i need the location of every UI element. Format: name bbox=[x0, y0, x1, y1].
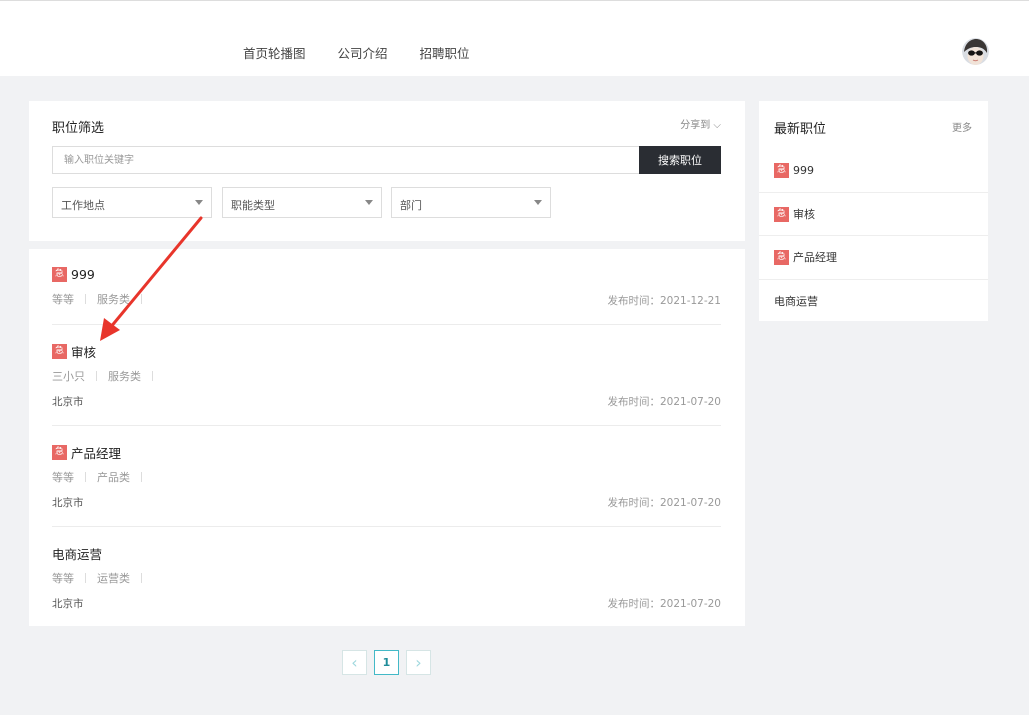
job-filter-panel: 职位筛选 分享到 ⌵ 搜索职位 工作地点 职能类型 部门 bbox=[29, 101, 745, 241]
nav-home-carousel[interactable]: 首页轮播图 bbox=[243, 43, 306, 62]
urgent-tag: 急 bbox=[774, 249, 789, 265]
filter-title: 职位筛选 bbox=[52, 121, 105, 136]
latest-job-title[interactable]: 999 bbox=[793, 164, 814, 177]
job-title[interactable]: 电商运营 bbox=[52, 544, 102, 563]
job-publish-date: 发布时间：2021-07-20 bbox=[607, 497, 721, 509]
job-item[interactable]: 电商运营 等等 运营类 北京市 发布时间：2021-07-20 bbox=[52, 544, 721, 611]
urgent-tag: 急 bbox=[774, 163, 789, 178]
latest-job-title[interactable]: 电商运营 bbox=[774, 293, 818, 309]
job-meta-company: 三小只 bbox=[52, 370, 85, 383]
caret-down-icon bbox=[534, 200, 542, 205]
user-avatar[interactable] bbox=[962, 38, 989, 65]
latest-job-title[interactable]: 产品经理 bbox=[793, 249, 837, 265]
function-type-select-label: 职能类型 bbox=[231, 199, 275, 212]
job-publish-date: 发布时间：2021-07-20 bbox=[607, 598, 721, 610]
job-meta-company: 等等 bbox=[52, 471, 74, 484]
job-meta-category: 服务类 bbox=[108, 370, 141, 383]
meta-separator bbox=[96, 371, 97, 381]
meta-separator bbox=[85, 472, 86, 482]
location-select[interactable]: 工作地点 bbox=[52, 187, 212, 218]
function-type-select[interactable]: 职能类型 bbox=[222, 187, 382, 218]
job-divider bbox=[52, 324, 721, 325]
job-publish-date: 发布时间：2021-12-21 bbox=[607, 295, 721, 307]
side-divider bbox=[759, 235, 988, 236]
top-bar: 首页轮播图 公司介绍 招聘职位 bbox=[0, 0, 1029, 76]
share-dropdown[interactable]: 分享到 ⌵ bbox=[680, 116, 721, 131]
job-city: 北京市 bbox=[52, 497, 84, 509]
job-publish-date: 发布时间：2021-07-20 bbox=[607, 396, 721, 408]
job-keyword-input[interactable] bbox=[52, 146, 639, 174]
latest-job-title[interactable]: 审核 bbox=[793, 206, 815, 222]
main-nav: 首页轮播图 公司介绍 招聘职位 bbox=[243, 43, 470, 62]
job-meta-category: 产品类 bbox=[97, 471, 130, 484]
meta-separator bbox=[85, 573, 86, 583]
urgent-tag: 急 bbox=[52, 444, 67, 460]
job-city: 北京市 bbox=[52, 396, 84, 408]
latest-job-item[interactable]: 急 产品经理 bbox=[774, 249, 988, 265]
job-meta-company: 等等 bbox=[52, 293, 74, 306]
department-select-label: 部门 bbox=[400, 199, 422, 212]
latest-job-item[interactable]: 电商运营 bbox=[774, 293, 988, 309]
job-meta-company: 等等 bbox=[52, 572, 74, 585]
job-meta-category: 运营类 bbox=[97, 572, 130, 585]
avatar-image bbox=[962, 38, 989, 65]
urgent-tag: 急 bbox=[52, 266, 67, 282]
job-title[interactable]: 审核 bbox=[71, 342, 96, 361]
department-select[interactable]: 部门 bbox=[391, 187, 551, 218]
meta-separator bbox=[141, 472, 142, 482]
pagination-next-button[interactable]: › bbox=[406, 650, 431, 675]
job-item[interactable]: 急 产品经理 等等 产品类 北京市 发布时间：2021-07-20 bbox=[52, 443, 721, 509]
urgent-tag: 急 bbox=[52, 343, 67, 359]
job-meta-category: 服务类 bbox=[97, 293, 130, 306]
job-city: 北京市 bbox=[52, 598, 84, 610]
latest-jobs-title: 最新职位 bbox=[774, 122, 827, 137]
more-link[interactable]: 更多 bbox=[952, 119, 972, 134]
side-divider bbox=[759, 279, 988, 280]
job-title[interactable]: 999 bbox=[71, 267, 95, 282]
meta-separator bbox=[152, 371, 153, 381]
search-jobs-button[interactable]: 搜索职位 bbox=[639, 146, 721, 174]
job-divider bbox=[52, 526, 721, 527]
meta-separator bbox=[141, 294, 142, 304]
urgent-tag: 急 bbox=[774, 206, 789, 222]
pagination-prev-button[interactable]: ‹ bbox=[342, 650, 367, 675]
job-list-panel: 急 999 等等 服务类 发布时间：2021-12-21 急 审核 三小只 服务… bbox=[29, 249, 745, 626]
pagination-page-1[interactable]: 1 bbox=[374, 650, 399, 675]
latest-jobs-panel: 最新职位 更多 急 999 急 审核 急 产品经理 电商运营 bbox=[759, 101, 988, 321]
job-item[interactable]: 急 审核 三小只 服务类 北京市 发布时间：2021-07-20 bbox=[52, 342, 721, 408]
location-select-label: 工作地点 bbox=[61, 199, 105, 212]
latest-job-item[interactable]: 急 999 bbox=[774, 163, 988, 178]
meta-separator bbox=[85, 294, 86, 304]
job-item[interactable]: 急 999 等等 服务类 发布时间：2021-12-21 bbox=[52, 266, 721, 307]
latest-job-item[interactable]: 急 审核 bbox=[774, 206, 988, 222]
meta-separator bbox=[141, 573, 142, 583]
nav-jobs[interactable]: 招聘职位 bbox=[420, 43, 470, 62]
caret-down-icon bbox=[365, 200, 373, 205]
job-divider bbox=[52, 425, 721, 426]
job-title[interactable]: 产品经理 bbox=[71, 443, 121, 462]
side-divider bbox=[759, 192, 988, 193]
caret-down-icon bbox=[195, 200, 203, 205]
nav-company-intro[interactable]: 公司介绍 bbox=[338, 43, 388, 62]
